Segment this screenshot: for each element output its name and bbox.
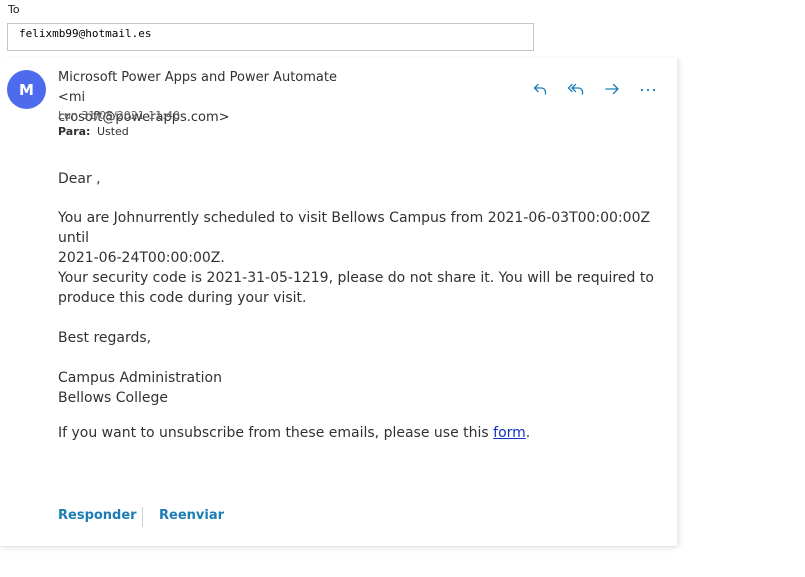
forward-icon[interactable] bbox=[601, 78, 623, 100]
paragraph-visit-line-1: You are Johnurrently scheduled to visit … bbox=[58, 210, 651, 246]
closing: Best regards, bbox=[58, 330, 152, 346]
unsubscribe-text: If you want to unsubscribe from these em… bbox=[58, 423, 658, 443]
greeting: Dear , bbox=[58, 171, 101, 187]
to-field[interactable]: felixmb99@hotmail.es bbox=[7, 23, 534, 51]
paragraph-visit-line-2: 2021-06-24T00:00:00Z. bbox=[58, 250, 225, 266]
avatar: M bbox=[7, 70, 46, 109]
sender-line-1: Microsoft Power Apps and Power Automate … bbox=[58, 70, 337, 105]
signature-line-2: Bellows College bbox=[58, 390, 168, 406]
paragraph-security-code: Your security code is 2021-31-05-1219, p… bbox=[58, 268, 658, 308]
reply-all-icon[interactable] bbox=[565, 78, 587, 100]
forward-button[interactable]: Reenviar bbox=[159, 508, 224, 523]
to-field-value: felixmb99@hotmail.es bbox=[19, 27, 152, 40]
paragraph-security-line-2: produce this code during your visit. bbox=[58, 290, 307, 306]
unsubscribe-form-link[interactable]: form bbox=[493, 425, 526, 441]
unsubscribe-suffix: . bbox=[525, 425, 531, 441]
footer-divider bbox=[142, 507, 143, 527]
signature: Campus Administration Bellows College bbox=[58, 368, 658, 408]
unsubscribe-prefix: If you want to unsubscribe from these em… bbox=[58, 425, 494, 441]
to-label: To bbox=[8, 3, 20, 16]
recipients: Para: Usted bbox=[58, 125, 129, 138]
reply-button[interactable]: Responder bbox=[58, 508, 137, 523]
reply-icon[interactable] bbox=[529, 78, 551, 100]
message-date: Lun 31/05/2021 11:40 bbox=[58, 109, 180, 122]
recipients-value[interactable]: Usted bbox=[97, 125, 129, 138]
more-icon[interactable] bbox=[637, 78, 659, 100]
paragraph-security-line-1: Your security code is 2021-31-05-1219, p… bbox=[58, 270, 654, 286]
signature-line-1: Campus Administration bbox=[58, 370, 222, 386]
paragraph-visit: You are Johnurrently scheduled to visit … bbox=[58, 208, 658, 268]
recipients-label: Para: bbox=[58, 125, 91, 138]
